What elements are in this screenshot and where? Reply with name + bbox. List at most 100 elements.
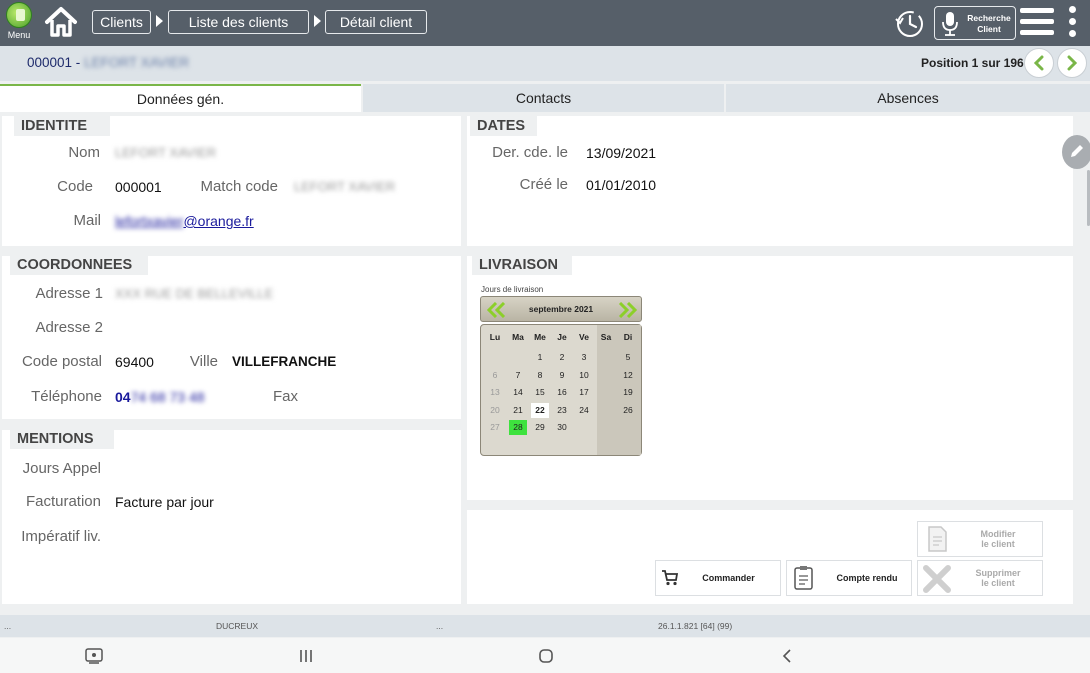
breadcrumb-separator-icon — [156, 15, 163, 27]
commander-button[interactable]: Commander — [655, 560, 781, 596]
mentions-title: MENTIONS — [10, 429, 114, 449]
delete-icon — [923, 565, 951, 593]
calendar-day[interactable]: 19 — [619, 385, 637, 400]
search-client-label-line2: Client — [977, 24, 1001, 34]
calendar-day[interactable]: 22 — [531, 402, 549, 418]
chevron-left-icon — [1033, 55, 1044, 71]
tab-donnees-generales[interactable]: Données gén. — [0, 84, 361, 112]
adresse1-label: Adresse 1 — [35, 285, 103, 302]
jours-appel-label: Jours Appel — [22, 460, 101, 477]
breadcrumb-separator-icon — [314, 15, 321, 27]
chevron-right-icon — [1067, 55, 1078, 71]
calendar-day-of-week: Ve — [579, 332, 589, 342]
calendar-day[interactable]: 7 — [509, 368, 527, 383]
calendar-day[interactable]: 10 — [575, 368, 593, 383]
calendar-day[interactable]: 23 — [553, 403, 571, 418]
tab-contacts[interactable]: Contacts — [363, 84, 724, 112]
calendar-day[interactable]: 13 — [486, 385, 504, 400]
mail-label: Mail — [73, 212, 101, 229]
breadcrumb-detail-client[interactable]: Détail client — [325, 10, 427, 34]
previous-record-button[interactable] — [1024, 48, 1054, 78]
modifier-client-button[interactable]: Modifier le client — [917, 521, 1043, 557]
ville-value: VILLEFRANCHE — [232, 354, 337, 369]
code-value: 000001 — [115, 179, 162, 195]
cree-le-label: Créé le — [519, 176, 568, 193]
next-record-button[interactable] — [1057, 48, 1087, 78]
mail-user: lefortxavier — [115, 213, 184, 229]
app-logo-icon — [6, 2, 32, 28]
search-client-label: Recherche Client — [963, 13, 1015, 35]
top-bar: Menu Clients Liste des clients Détail cl… — [0, 0, 1090, 46]
edit-button[interactable] — [1062, 135, 1090, 169]
tab-absences[interactable]: Absences — [726, 84, 1090, 112]
adresse2-label: Adresse 2 — [35, 319, 103, 336]
match-code-label: Match code — [200, 178, 278, 195]
history-icon[interactable] — [894, 7, 926, 39]
commander-label: Commander — [702, 573, 755, 583]
calendar-prev-month-icon[interactable] — [486, 302, 506, 318]
calendar-day[interactable]: 3 — [575, 350, 593, 365]
cart-icon — [662, 570, 679, 586]
facturation-label: Facturation — [25, 493, 101, 510]
calendar-day[interactable]: 21 — [509, 403, 527, 418]
fax-label: Fax — [272, 388, 298, 405]
calendar-day[interactable]: 30 — [553, 420, 571, 435]
calendar-day[interactable]: 20 — [486, 403, 504, 418]
nom-value: LEFORT XAVIER — [115, 145, 217, 160]
coordonnees-title: COORDONNEES — [10, 255, 148, 275]
calendar-day[interactable]: 27 — [486, 420, 504, 435]
home-icon[interactable] — [44, 5, 78, 39]
modifier-label-line1: Modifier — [980, 529, 1016, 539]
search-client-button[interactable]: Recherche Client — [934, 6, 1016, 40]
adresse1-value: XXX RUE DE BELLEVILLE — [115, 286, 274, 301]
supprimer-client-button[interactable]: Supprimer le client — [917, 560, 1043, 596]
mentions-panel — [2, 430, 461, 604]
hamburger-menu-icon[interactable] — [1020, 8, 1054, 38]
recent-apps-icon[interactable] — [298, 647, 314, 665]
supprimer-label-line1: Supprimer — [975, 568, 1021, 578]
breadcrumb-clients[interactable]: Clients — [92, 10, 151, 34]
home-nav-icon[interactable] — [538, 647, 554, 665]
calendar-day-of-week: Me — [534, 332, 546, 342]
modifier-client-label: Modifier le client — [954, 522, 1042, 556]
status-version: 26.1.1.821 [64] (99) — [658, 621, 733, 631]
android-navigation-bar — [0, 638, 1090, 673]
calendar-day[interactable]: 12 — [619, 368, 637, 383]
client-title: 000001 - LEFORT XAVIER — [27, 55, 189, 70]
code-postal-label: Code postal — [21, 353, 102, 370]
nom-label: Nom — [68, 144, 100, 161]
breadcrumb-liste-clients[interactable]: Liste des clients — [168, 10, 309, 34]
calendar-day[interactable]: 15 — [531, 385, 549, 400]
microphone-icon — [941, 11, 959, 37]
calendar-day[interactable]: 6 — [486, 368, 504, 383]
calendar-day[interactable]: 29 — [531, 420, 549, 435]
calendar-day[interactable]: 5 — [619, 350, 637, 365]
more-options-icon[interactable] — [1066, 6, 1078, 40]
calendar-day[interactable]: 8 — [531, 368, 549, 383]
calendar-day[interactable]: 14 — [509, 385, 527, 400]
supprimer-client-label: Supprimer le client — [954, 561, 1042, 595]
facturation-value: Facture par jour — [115, 494, 214, 510]
code-label: Code — [57, 178, 93, 195]
calendar-day[interactable]: 26 — [619, 403, 637, 418]
calendar-day[interactable]: 9 — [553, 368, 571, 383]
menu-label: Menu — [7, 30, 31, 40]
pencil-icon — [1071, 145, 1083, 157]
compte-rendu-button[interactable]: Compte rendu — [786, 560, 912, 596]
mail-link[interactable]: lefortxavier@orange.fr — [115, 213, 254, 229]
ville-label: Ville — [189, 353, 218, 370]
screen-keyboard-icon[interactable] — [84, 647, 104, 665]
dates-title: DATES — [470, 116, 537, 136]
calendar-day[interactable]: 16 — [553, 385, 571, 400]
back-icon[interactable] — [780, 647, 794, 665]
calendar-day[interactable]: 24 — [575, 403, 593, 418]
calendar-day[interactable]: 2 — [553, 350, 571, 365]
menu-button[interactable]: Menu — [4, 2, 34, 44]
status-user: DUCREUX — [216, 621, 259, 631]
telephone-value[interactable]: 0474 68 73 48 — [115, 389, 205, 405]
calendar-day[interactable]: 17 — [575, 385, 593, 400]
calendar-next-month-icon[interactable] — [618, 302, 638, 318]
calendar-day[interactable]: 28 — [509, 420, 527, 435]
calendar-day[interactable]: 1 — [531, 350, 549, 365]
edit-document-icon — [928, 526, 947, 552]
